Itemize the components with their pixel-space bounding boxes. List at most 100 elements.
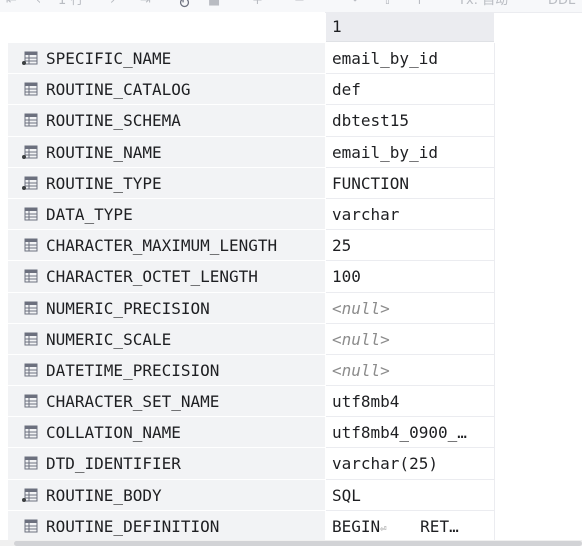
horizontal-scrollbar-thumb[interactable] (14, 541, 582, 546)
column-icon (22, 301, 38, 316)
cell-value: varchar(25) (332, 454, 438, 474)
row-header-cell[interactable]: ROUTINE_BODY (8, 479, 325, 511)
table-row[interactable]: DTD_IDENTIFIER varchar(25) (8, 448, 495, 480)
left-gutter (0, 12, 8, 546)
column-icon (22, 207, 38, 222)
delete-row-icon[interactable]: − (294, 0, 305, 9)
cell-value: FUNCTION (332, 173, 410, 193)
row-header-cell[interactable]: ROUTINE_CATALOG (8, 74, 325, 106)
column-icon (22, 113, 38, 128)
value-cell[interactable]: <null> (326, 354, 495, 387)
table-row[interactable]: DATA_TYPE varchar (8, 198, 495, 231)
column-icon (22, 394, 38, 409)
column-icon (22, 363, 38, 378)
refresh-icon[interactable]: ↻ (178, 0, 191, 11)
prev-page-icon[interactable]: ‹ (36, 0, 41, 9)
cell-value-continued: RET… (420, 516, 459, 536)
row-header-cell[interactable]: NUMERIC_PRECISION (8, 292, 325, 324)
column-header-1[interactable]: 1 (326, 12, 494, 42)
row-header-cell[interactable]: NUMERIC_SCALE (8, 323, 325, 355)
table-row[interactable]: ROUTINE_TYPE FUNCTION (8, 167, 495, 199)
row-header-label: COLLATION_NAME (46, 423, 181, 443)
value-cell[interactable]: varchar(25) (326, 448, 495, 480)
table-row[interactable]: ROUTINE_BODY SQL (8, 479, 495, 511)
tx-mode-label[interactable]: Tx: 自动 (458, 0, 508, 9)
add-row-icon[interactable]: + (252, 0, 263, 9)
row-header-label: DTD_IDENTIFIER (46, 454, 181, 474)
row-header-label: NUMERIC_PRECISION (46, 298, 210, 318)
key-column-icon (22, 51, 38, 66)
grid-header-row: 1 (8, 12, 495, 43)
column-icon (22, 456, 38, 471)
value-cell[interactable]: def (326, 74, 495, 106)
null-value: <null> (332, 329, 390, 349)
value-cell[interactable]: utf8mb4 (326, 386, 495, 418)
value-cell[interactable]: 100 (326, 261, 495, 293)
table-row[interactable]: CHARACTER_SET_NAME utf8mb4 (8, 386, 495, 418)
transposed-result-grid: 1 SPECIFIC_NAME email_by_id ROUTINE_CATALO… (8, 12, 495, 542)
row-header-cell[interactable]: ROUTINE_NAME (8, 136, 325, 168)
pin-icon[interactable]: ↑ (414, 0, 425, 9)
stop-icon[interactable]: ■ (208, 0, 220, 9)
row-header-cell[interactable]: CHARACTER_MAXIMUM_LENGTH (8, 230, 325, 262)
row-header-cell[interactable]: COLLATION_NAME (8, 417, 325, 449)
row-header-cell[interactable]: DATETIME_PRECISION (8, 354, 325, 387)
horizontal-scrollbar[interactable] (0, 540, 582, 546)
row-header-label: CHARACTER_OCTET_LENGTH (46, 267, 258, 287)
submit-icon[interactable]: ⇧ (382, 0, 393, 9)
table-row[interactable]: ROUTINE_DEFINITION BEGIN⏎ RET… (8, 510, 495, 544)
cell-value: 100 (332, 267, 361, 287)
row-header-label: CHARACTER_MAXIMUM_LENGTH (46, 236, 278, 256)
row-header-cell[interactable]: ROUTINE_DEFINITION (8, 510, 325, 542)
table-row[interactable]: CHARACTER_MAXIMUM_LENGTH 25 (8, 230, 495, 262)
table-row[interactable]: ROUTINE_SCHEMA dbtest15 (8, 105, 495, 137)
row-header-label: DATA_TYPE (46, 204, 133, 224)
table-row[interactable]: NUMERIC_PRECISION <null> (8, 292, 495, 324)
table-row[interactable]: ROUTINE_NAME email_by_id (8, 136, 495, 168)
value-cell[interactable]: 25 (326, 230, 495, 262)
cell-value: email_by_id (332, 142, 438, 162)
table-row[interactable]: DATETIME_PRECISION <null> (8, 354, 495, 387)
row-header-label: SPECIFIC_NAME (46, 49, 172, 68)
first-page-icon[interactable]: ⇤ (6, 0, 17, 9)
grid-corner (8, 12, 325, 43)
last-page-icon[interactable]: ⇥ (140, 0, 151, 9)
row-header-cell[interactable]: SPECIFIC_NAME (8, 43, 325, 75)
row-header-cell[interactable]: DATA_TYPE (8, 198, 325, 231)
cell-value: email_by_id (332, 49, 438, 68)
grid-rows: SPECIFIC_NAME email_by_id ROUTINE_CATALOG d… (8, 43, 495, 542)
key-column-icon (22, 176, 38, 191)
cell-value: SQL (332, 485, 361, 505)
table-row[interactable]: CHARACTER_OCTET_LENGTH 100 (8, 261, 495, 293)
table-row[interactable]: SPECIFIC_NAME email_by_id (8, 43, 495, 75)
row-header-label: ROUTINE_TYPE (46, 173, 162, 193)
table-row[interactable]: NUMERIC_SCALE <null> (8, 323, 495, 355)
value-cell[interactable]: <null> (326, 323, 495, 355)
row-header-cell[interactable]: CHARACTER_OCTET_LENGTH (8, 261, 325, 293)
rows-count-label[interactable]: 1 行 (58, 0, 83, 9)
value-cell[interactable]: utf8mb4_0900_… (326, 417, 495, 449)
value-cell[interactable]: varchar (326, 198, 495, 231)
null-value: <null> (332, 298, 390, 318)
cell-value-start: BEGIN (332, 516, 381, 536)
revert-icon[interactable]: ↶ (352, 0, 363, 9)
row-header-cell[interactable]: ROUTINE_TYPE (8, 167, 325, 199)
row-header-cell[interactable]: CHARACTER_SET_NAME (8, 386, 325, 418)
row-header-cell[interactable]: ROUTINE_SCHEMA (8, 105, 325, 137)
table-row[interactable]: COLLATION_NAME utf8mb4_0900_… (8, 417, 495, 449)
value-cell[interactable]: <null> (326, 292, 495, 324)
value-cell[interactable]: SQL (326, 479, 495, 511)
cell-value: BEGIN⏎ RET… (332, 511, 459, 544)
row-header-label: CHARACTER_SET_NAME (46, 392, 220, 412)
ddl-label[interactable]: DDL (548, 0, 575, 9)
value-cell[interactable]: email_by_id (326, 136, 495, 168)
value-cell[interactable]: dbtest15 (326, 105, 495, 137)
cell-value: 25 (332, 236, 352, 256)
value-cell[interactable]: email_by_id (326, 43, 495, 75)
table-row[interactable]: ROUTINE_CATALOG def (8, 74, 495, 106)
next-page-icon[interactable]: › (110, 0, 115, 9)
value-cell[interactable]: FUNCTION (326, 167, 495, 199)
column-icon (22, 519, 38, 534)
row-header-cell[interactable]: DTD_IDENTIFIER (8, 448, 325, 480)
value-cell[interactable]: BEGIN⏎ RET… (326, 510, 495, 544)
